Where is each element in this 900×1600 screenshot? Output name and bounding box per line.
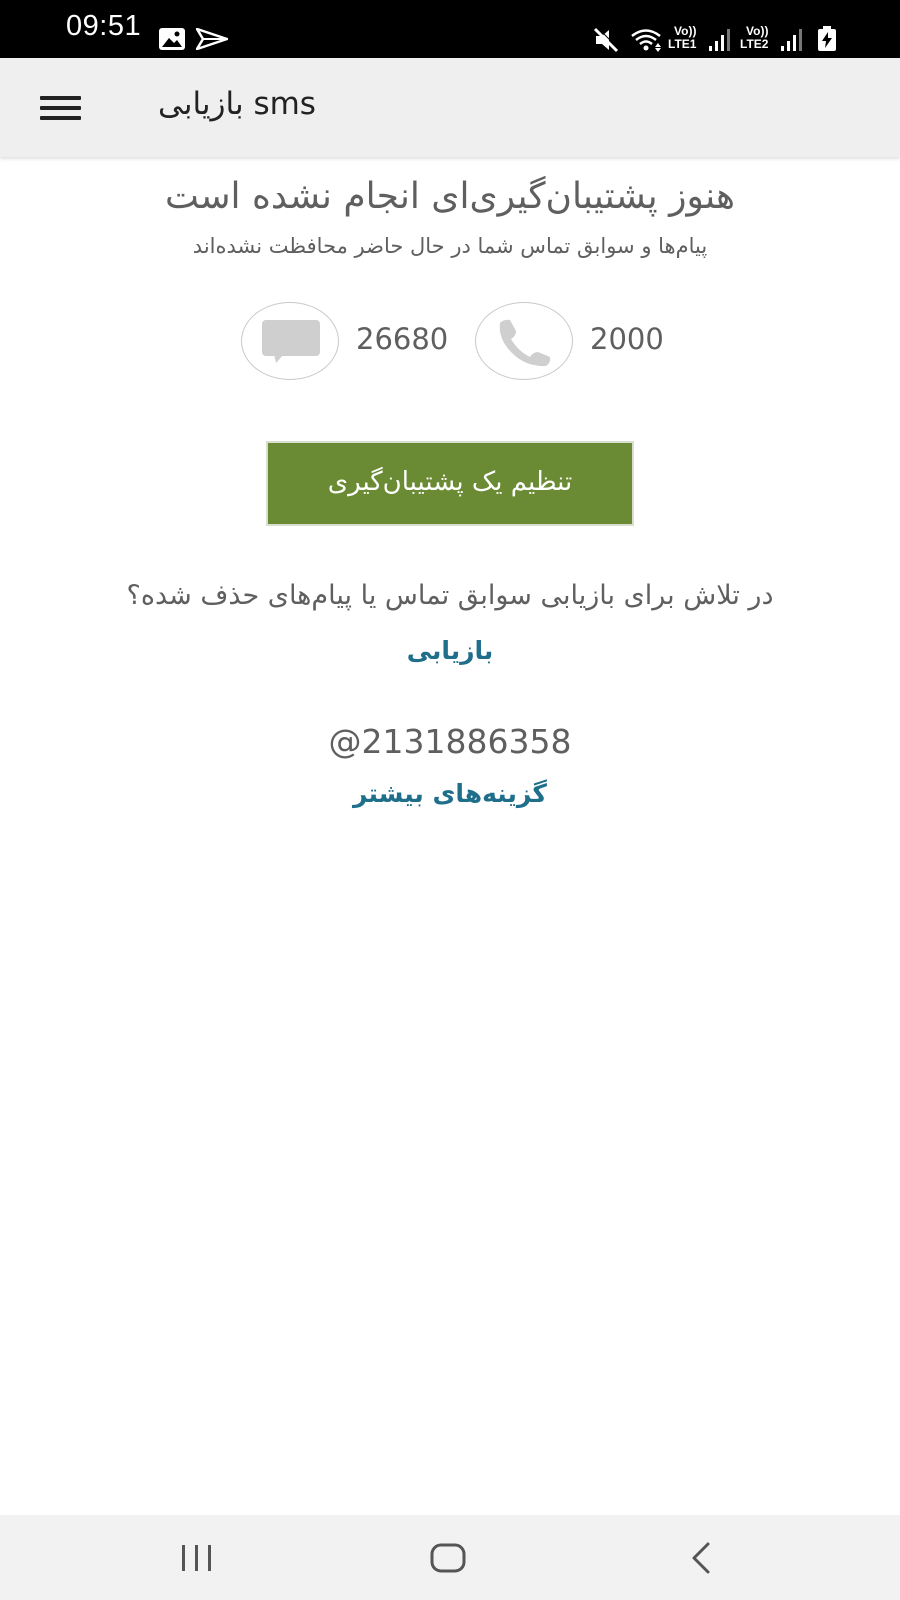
more-options-link[interactable]: گزینه‌های بیشتر [0, 779, 900, 808]
messages-count: 26680 [356, 322, 449, 356]
restore-link[interactable]: بازیابی [0, 636, 900, 665]
app-title: بازیابی sms [158, 86, 316, 122]
lte2-signal-icon: Vo)) LTE2 [738, 24, 804, 54]
status-time: 09:51 [66, 10, 142, 42]
wifi-icon [631, 29, 661, 52]
calls-count: 2000 [590, 322, 664, 356]
lte1-signal-icon: Vo)) LTE1 [666, 24, 730, 54]
hamburger-menu-icon[interactable] [30, 82, 90, 132]
backup-status-subheading: پیام‌ها و سوابق تماس شما در حال حاضر محا… [192, 234, 708, 258]
back-icon[interactable] [640, 1515, 760, 1600]
volte-label-1: Vo)) [674, 24, 697, 38]
send-icon [196, 28, 228, 50]
message-bubble-icon [262, 320, 320, 363]
phone-icon [499, 319, 551, 367]
messages-circle [241, 302, 339, 380]
recent-apps-icon[interactable] [136, 1515, 256, 1600]
navigation-bar [0, 1515, 900, 1600]
screen: 09:51 Vo)) LTE1 Vo)) LTE2 بازیابی sms هن… [0, 0, 900, 1600]
lte1-label: LTE1 [668, 37, 697, 51]
setup-backup-button[interactable]: تنظیم یک پشتیبان‌گیری [266, 441, 634, 526]
account-id: @2131886358 [328, 722, 572, 761]
app-bar: بازیابی sms [0, 58, 900, 157]
mute-icon [593, 27, 620, 53]
calls-circle [475, 302, 573, 380]
image-icon [159, 28, 185, 50]
volte-label-2: Vo)) [746, 24, 769, 38]
backup-status-heading: هنوز پشتیبان‌گیری‌ای انجام نشده است [165, 176, 735, 217]
status-bar: 09:51 Vo)) LTE1 Vo)) LTE2 [0, 0, 900, 58]
lte2-label: LTE2 [740, 37, 769, 51]
battery-charging-icon [818, 26, 836, 51]
home-icon[interactable] [388, 1515, 508, 1600]
restore-question: در تلاش برای بازیابی سوابق تماس یا پیام‌… [126, 580, 774, 611]
